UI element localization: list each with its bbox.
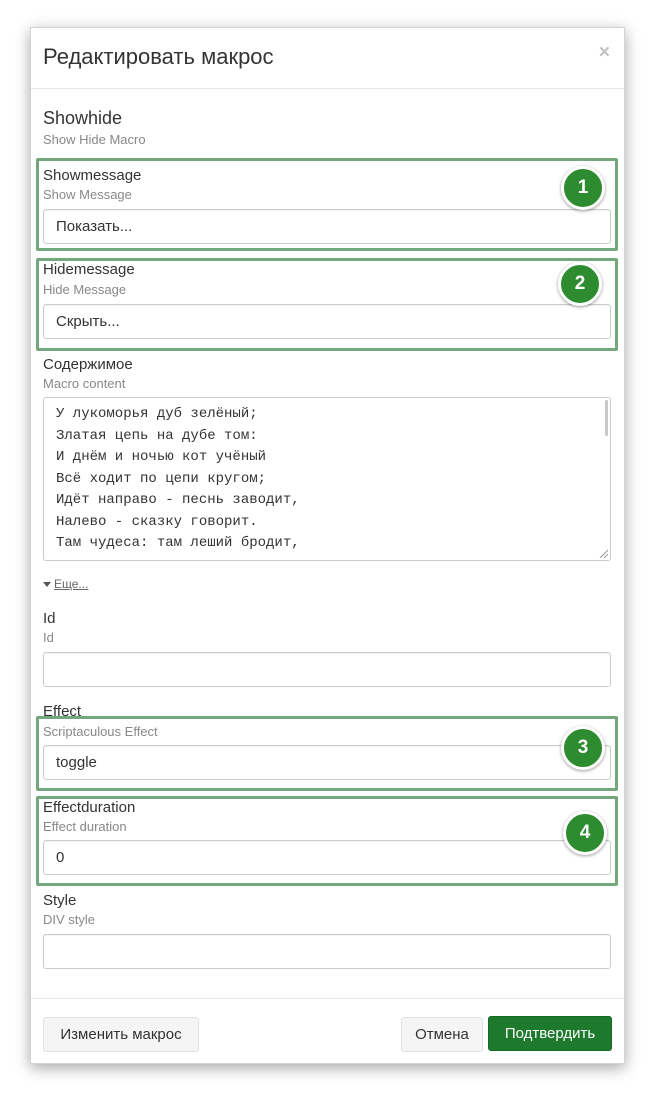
annotation-badge-3: 3 — [561, 726, 605, 770]
more-link-text: Еще... — [54, 577, 89, 591]
showmessage-label: Showmessage — [43, 167, 142, 184]
macro-name: Showhide — [43, 108, 123, 128]
content-description: Macro content — [43, 376, 126, 391]
hidemessage-input[interactable]: Скрыть... — [43, 304, 611, 339]
confirm-button[interactable]: Подтвердить — [488, 1016, 612, 1051]
content-line: И днём и ночью кот учёный — [56, 449, 267, 465]
effect-label: Effect — [43, 703, 82, 720]
dialog-header: Редактировать макрос × — [31, 28, 624, 89]
annotation-badge-2: 2 — [558, 262, 602, 306]
effect-description: Scriptaculous Effect — [43, 724, 158, 739]
change-macro-button[interactable]: Изменить макрос — [43, 1017, 199, 1052]
textarea-scrollbar[interactable] — [605, 400, 608, 436]
effect-input[interactable]: toggle — [43, 745, 611, 780]
content-lines: У лукоморья дуб зелёный; Златая цепь на … — [56, 404, 604, 555]
style-label: Style — [43, 892, 77, 909]
resize-handle-icon[interactable] — [598, 548, 608, 558]
more-toggle-link[interactable]: Еще... — [43, 577, 88, 591]
content-label: Содержимое — [43, 356, 133, 373]
edit-macro-dialog: Редактировать макрос × Showhide Show Hid… — [30, 27, 625, 1064]
style-input[interactable] — [43, 934, 611, 969]
showmessage-input[interactable]: Показать... — [43, 209, 611, 244]
content-line: Идёт направо - песнь заводит, — [56, 492, 300, 508]
effectduration-description: Effect duration — [43, 819, 127, 834]
content-line: Налево - сказку говорит. — [56, 513, 258, 530]
macro-description: Show Hide Macro — [43, 132, 146, 147]
content-line: Златая цепь на дубе том: — [56, 427, 258, 444]
content-line: Всё ходит по цепи кругом; — [56, 470, 267, 487]
effectduration-label: Effectduration — [43, 799, 136, 816]
dialog-title: Редактировать макрос — [43, 44, 274, 69]
hidemessage-description: Hide Message — [43, 282, 127, 297]
close-icon[interactable]: × — [599, 42, 610, 64]
content-line: У лукоморья дуб зелёный; — [56, 406, 258, 422]
annotation-badge-4: 4 — [563, 811, 607, 855]
footer-divider — [31, 998, 624, 999]
caret-down-icon — [43, 582, 51, 588]
content-textarea[interactable]: У лукоморья дуб зелёный; Златая цепь на … — [43, 397, 611, 561]
content-line: Там чудеса: там леший бродит, — [56, 535, 300, 551]
annotation-badge-1: 1 — [561, 166, 605, 210]
hidemessage-label: Hidemessage — [43, 261, 135, 278]
effectduration-input[interactable]: 0 — [43, 840, 611, 875]
showmessage-description: Show Message — [43, 187, 132, 202]
id-description: Id — [43, 630, 54, 645]
id-label: Id — [43, 610, 56, 627]
id-input[interactable] — [43, 652, 611, 687]
cancel-button[interactable]: Отмена — [401, 1017, 483, 1052]
style-description: DIV style — [43, 912, 96, 927]
